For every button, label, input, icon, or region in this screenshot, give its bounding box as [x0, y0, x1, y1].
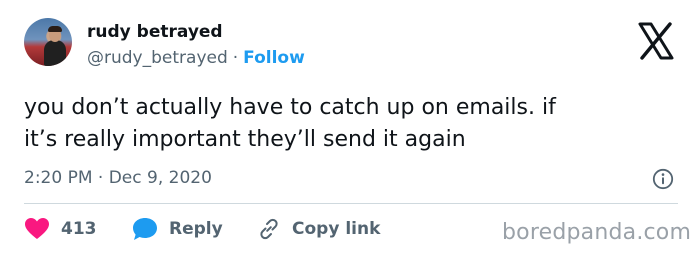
link-icon — [260, 218, 278, 240]
avatar-figure-hair — [48, 26, 62, 32]
author-handle-row: @rudy_betrayed · Follow — [87, 48, 305, 68]
heart-icon — [25, 218, 49, 239]
copy-link-button[interactable]: Copy link — [257, 216, 380, 242]
like-count: 413 — [61, 219, 97, 239]
divider — [24, 203, 678, 204]
speech-bubble-icon — [133, 218, 157, 240]
author-handle[interactable]: @rudy_betrayed — [87, 48, 228, 68]
reply-button[interactable]: Reply — [132, 216, 223, 242]
follow-button[interactable]: Follow — [243, 48, 305, 68]
like-button[interactable]: 413 — [24, 216, 97, 242]
separator-dot: · — [232, 48, 239, 68]
reply-label: Reply — [169, 219, 223, 239]
tweet-text: you don’t actually have to catch up on e… — [24, 95, 556, 152]
avatar-figure-body — [44, 40, 66, 66]
info-icon[interactable] — [652, 168, 674, 190]
avatar[interactable] — [24, 18, 72, 66]
tweet-card: rudy betrayed @rudy_betrayed · Follow you … — [0, 0, 700, 256]
tweet-timestamp[interactable]: 2:20 PM · Dec 9, 2020 — [24, 168, 212, 188]
x-logo-icon[interactable] — [634, 19, 678, 63]
author-display-name[interactable]: rudy betrayed — [87, 22, 223, 42]
copy-link-label: Copy link — [292, 219, 381, 239]
watermark: boredpanda.com — [502, 220, 692, 245]
